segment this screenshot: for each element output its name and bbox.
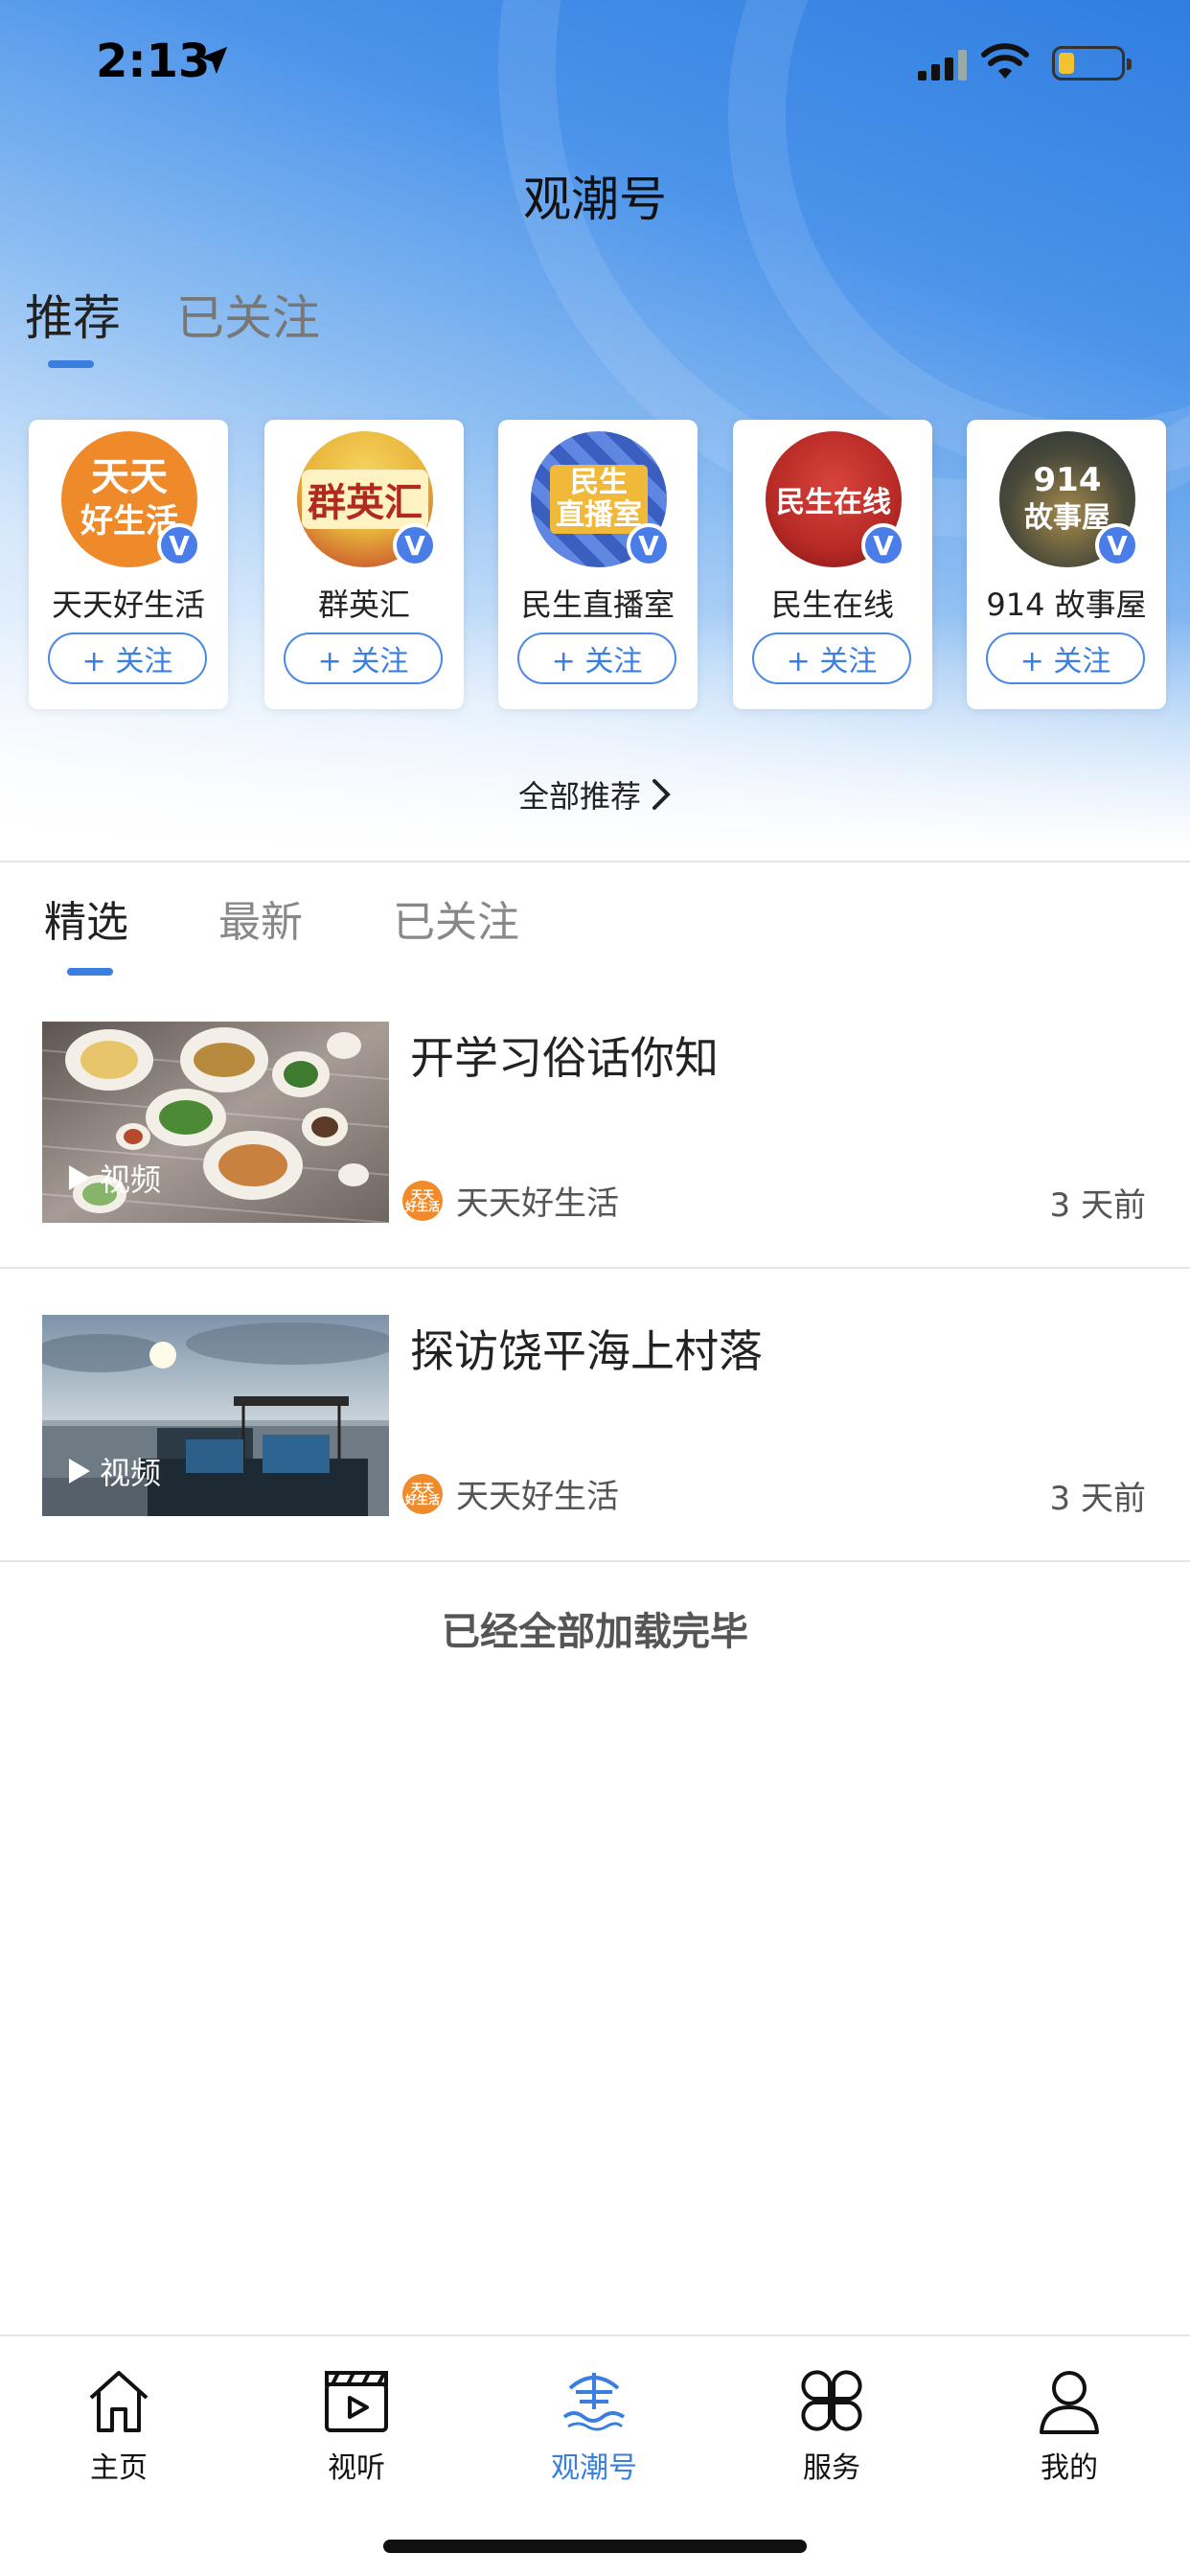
- account-name: 民生在线: [770, 586, 894, 623]
- tab-recommend-label: 推荐: [25, 290, 121, 346]
- recommend-card[interactable]: 民生在线 V 民生在线 + 关注: [733, 420, 932, 709]
- video-tag-label: 视频: [100, 1455, 162, 1491]
- article-item[interactable]: 视频 开学习俗话你知 天天 好生活 天天好生活 3 天前: [0, 1022, 1190, 1315]
- nav-services[interactable]: 服务: [713, 2365, 950, 2486]
- nav-home[interactable]: 主页: [0, 2365, 238, 2486]
- follow-button[interactable]: + 关注: [48, 632, 207, 684]
- recommend-cards: 天天 好生活 V 天天好生活 + 关注 群英汇 V 群英汇 + 关注 民生 直播室 …: [29, 420, 1190, 709]
- status-bar: 2:13: [0, 0, 1190, 126]
- avatar: 群英汇 V: [297, 431, 437, 567]
- nav-home-label: 主页: [90, 2451, 148, 2485]
- user-icon: [1040, 2371, 1099, 2434]
- recommend-card[interactable]: 民生 直播室 V 民生直播室 + 关注: [498, 420, 698, 709]
- cellular-signal-icon: [918, 50, 967, 80]
- article-thumbnail: 视频: [42, 1022, 389, 1223]
- recommend-card[interactable]: 群英汇 V 群英汇 + 关注: [264, 420, 464, 709]
- nav-me[interactable]: 我的: [950, 2365, 1188, 2486]
- play-icon: [69, 1165, 90, 1190]
- tide-icon: [562, 2373, 626, 2431]
- clapperboard-icon: [325, 2371, 388, 2432]
- content-tabs: 精选 最新 已关注: [44, 887, 609, 976]
- follow-button[interactable]: + 关注: [752, 632, 911, 684]
- tab-recommend[interactable]: 推荐: [25, 280, 121, 368]
- chevron-right-icon: [652, 779, 671, 810]
- article-thumbnail: 视频: [42, 1315, 389, 1516]
- verified-badge-icon: V: [157, 523, 201, 567]
- verified-badge-icon: V: [627, 523, 671, 567]
- nav-media[interactable]: 视听: [238, 2365, 475, 2486]
- video-tag: 视频: [67, 1449, 161, 1493]
- follow-button[interactable]: + 关注: [986, 632, 1145, 684]
- home-icon: [89, 2371, 149, 2432]
- source-logo: 天天 好生活: [402, 1473, 443, 1514]
- verified-badge-icon: V: [393, 523, 437, 567]
- tab-followed[interactable]: 已关注: [176, 280, 320, 349]
- clover-icon: [801, 2370, 862, 2431]
- active-tab-indicator: [67, 968, 113, 976]
- nav-services-label: 服务: [803, 2451, 860, 2485]
- source-logo: 天天 好生活: [402, 1180, 443, 1221]
- article-title: 开学习俗话你知: [410, 1032, 719, 1084]
- play-icon: [69, 1459, 90, 1484]
- nav-guanchao[interactable]: 观潮号: [475, 2365, 713, 2486]
- page-title: 观潮号: [523, 172, 667, 227]
- article-time: 3 天前: [1049, 1480, 1146, 1518]
- nav-guanchao-label: 观潮号: [551, 2451, 637, 2485]
- nav-me-label: 我的: [1041, 2451, 1098, 2485]
- recommend-card[interactable]: 914 故事屋 V 914 故事屋 + 关注: [967, 420, 1166, 709]
- tab-followed[interactable]: 已关注: [393, 887, 519, 949]
- tab-latest[interactable]: 最新: [218, 887, 303, 949]
- account-name: 天天好生活: [51, 586, 205, 623]
- home-indicator[interactable]: [383, 2540, 807, 2553]
- account-name: 群英汇: [317, 586, 410, 623]
- article-title: 探访饶平海上村落: [410, 1325, 763, 1377]
- source-name: 天天好生活: [456, 1478, 619, 1516]
- avatar: 914 故事屋 V: [999, 431, 1139, 567]
- tab-followed-label: 已关注: [176, 290, 320, 346]
- tab-followed-label: 已关注: [393, 898, 519, 947]
- article-item[interactable]: 视频 探访饶平海上村落 天天 好生活 天天好生活 3 天前: [0, 1315, 1190, 1608]
- wifi-icon: [981, 43, 1029, 79]
- video-tag-label: 视频: [100, 1162, 162, 1198]
- verified-badge-icon: V: [861, 523, 905, 567]
- section-divider: [0, 861, 1190, 862]
- article-time: 3 天前: [1049, 1186, 1146, 1225]
- avatar: 天天 好生活 V: [61, 431, 201, 567]
- recommend-card[interactable]: 天天 好生活 V 天天好生活 + 关注: [29, 420, 228, 709]
- battery-icon: [1052, 46, 1132, 80]
- list-divider: [0, 1560, 1190, 1562]
- list-divider: [0, 1267, 1190, 1269]
- all-recommendations-link[interactable]: 全部推荐: [0, 772, 1190, 816]
- avatar: 民生在线 V: [766, 431, 905, 567]
- article-source[interactable]: 天天 好生活 天天好生活: [402, 1470, 619, 1517]
- video-tag: 视频: [67, 1156, 161, 1200]
- tab-latest-label: 最新: [218, 898, 303, 947]
- verified-badge-icon: V: [1095, 523, 1139, 567]
- all-recommendations-label: 全部推荐: [517, 778, 641, 815]
- source-name: 天天好生活: [456, 1184, 619, 1223]
- end-of-list-note: 已经全部加载完毕: [442, 1610, 748, 1654]
- top-tabs: 推荐 已关注: [25, 280, 320, 368]
- follow-button[interactable]: + 关注: [517, 632, 676, 684]
- tab-featured-label: 精选: [44, 898, 128, 947]
- active-tab-indicator: [48, 360, 94, 368]
- nav-media-label: 视听: [328, 2451, 385, 2485]
- article-source[interactable]: 天天 好生活 天天好生活: [402, 1177, 619, 1224]
- account-name: 民生直播室: [520, 586, 675, 623]
- status-time: 2:13: [96, 34, 211, 88]
- tab-featured[interactable]: 精选: [44, 887, 128, 976]
- avatar: 民生 直播室 V: [531, 431, 671, 567]
- follow-button[interactable]: + 关注: [284, 632, 443, 684]
- account-name: 914 故事屋: [986, 586, 1147, 623]
- location-arrow-icon: [199, 46, 228, 75]
